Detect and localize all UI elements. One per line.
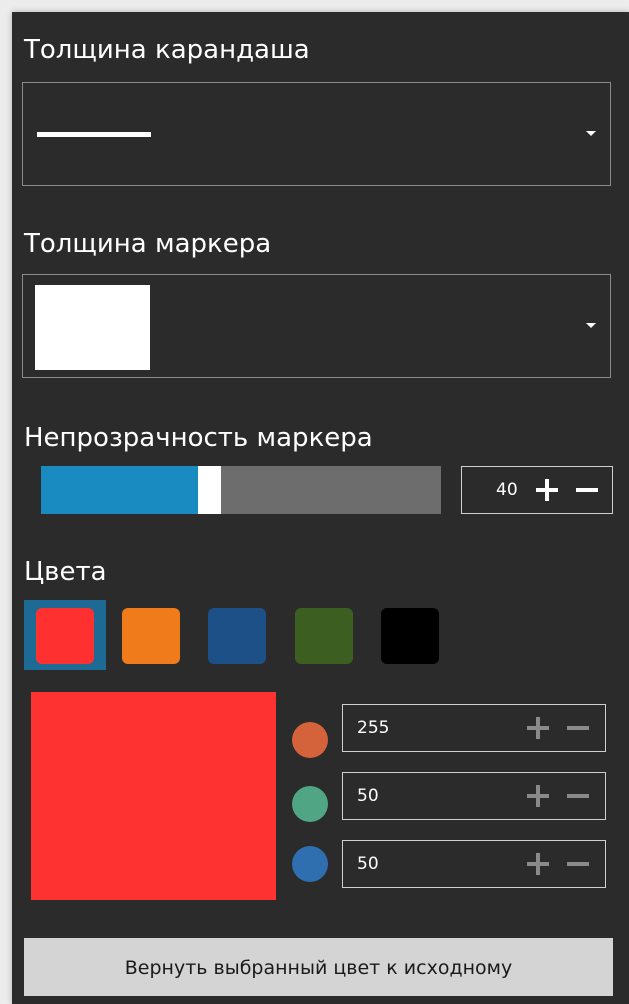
opacity-increase-button[interactable] [534,467,560,513]
red-increase-button[interactable] [525,705,551,751]
blue-increase-button[interactable] [525,841,551,887]
plus-icon [536,479,558,501]
swatch-color [295,608,353,664]
color-swatch-green[interactable] [283,600,365,670]
pencil-thickness-dropdown[interactable] [22,82,611,186]
colors-title: Цвета [24,557,107,587]
pencil-thickness-preview [37,132,151,137]
pencil-thickness-title: Толщина карандаша [24,35,310,65]
swatch-color [381,608,439,664]
minus-icon [567,785,589,807]
plus-icon [527,853,549,875]
swatch-color [208,608,266,664]
swatch-color [122,608,180,664]
red-channel-value: 255 [357,718,390,738]
green-channel-value: 50 [357,786,379,806]
plus-icon [527,717,549,739]
green-channel-icon [292,786,328,822]
minus-icon [567,853,589,875]
red-channel-stepper[interactable]: 255 [342,704,606,752]
color-preview [31,692,276,900]
minus-icon [576,479,598,501]
red-channel-icon [292,722,328,758]
reset-color-button[interactable]: Вернуть выбранный цвет к исходному [24,938,613,996]
minus-icon [567,717,589,739]
opacity-decrease-button[interactable] [574,467,600,513]
opacity-value: 40 [496,480,518,500]
marker-opacity-slider[interactable] [41,466,441,514]
color-swatch-red[interactable] [24,600,106,670]
marker-thickness-title: Толщина маркера [24,229,272,259]
color-swatch-blue[interactable] [196,600,278,670]
plus-icon [527,785,549,807]
marker-thickness-preview [35,285,150,370]
chevron-down-icon [586,323,596,328]
slider-thumb[interactable] [198,466,221,514]
blue-channel-icon [292,846,328,882]
color-swatch-black[interactable] [369,600,451,670]
green-channel-stepper[interactable]: 50 [342,772,606,820]
red-decrease-button[interactable] [565,705,591,751]
swatch-color [36,608,94,664]
blue-channel-stepper[interactable]: 50 [342,840,606,888]
ink-settings-panel: Толщина карандаша Толщина маркера Непроз… [12,12,629,1004]
marker-opacity-title: Непрозрачность маркера [24,423,373,453]
marker-thickness-dropdown[interactable] [22,274,611,378]
chevron-down-icon [586,131,596,136]
blue-decrease-button[interactable] [565,841,591,887]
opacity-stepper[interactable]: 40 [461,466,613,514]
green-increase-button[interactable] [525,773,551,819]
slider-fill [41,466,201,514]
blue-channel-value: 50 [357,854,379,874]
green-decrease-button[interactable] [565,773,591,819]
color-swatch-orange[interactable] [110,600,192,670]
